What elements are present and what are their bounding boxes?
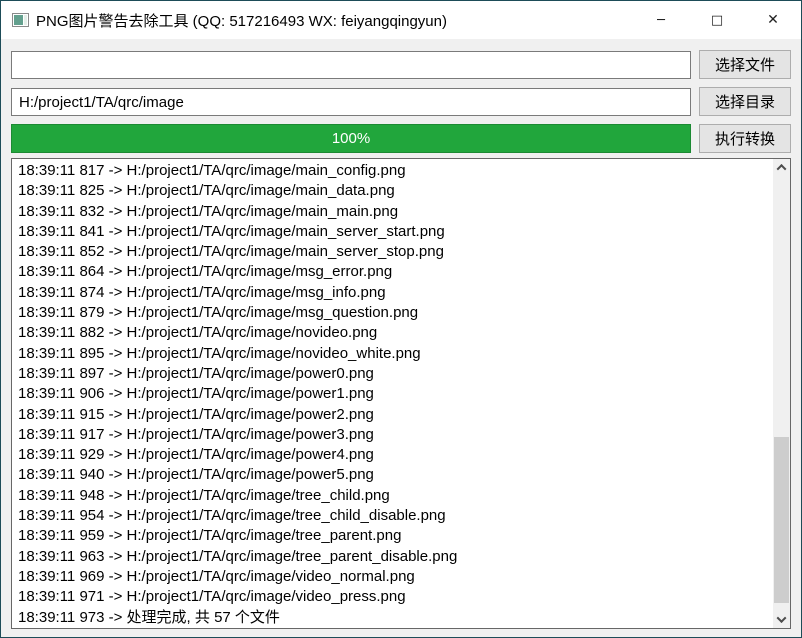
execute-convert-button[interactable]: 执行转换	[699, 124, 791, 153]
directory-path-input[interactable]	[11, 88, 691, 116]
log-line: 18:39:11 915 -> H:/project1/TA/qrc/image…	[18, 405, 772, 425]
log-line: 18:39:11 817 -> H:/project1/TA/qrc/image…	[18, 161, 772, 181]
app-icon-pane	[14, 15, 23, 25]
log-line: 18:39:11 825 -> H:/project1/TA/qrc/image…	[18, 181, 772, 201]
close-icon[interactable]: ✕	[745, 1, 801, 39]
log-scrollbar[interactable]	[773, 159, 790, 628]
scroll-down-button[interactable]	[773, 611, 790, 628]
log-line: 18:39:11 852 -> H:/project1/TA/qrc/image…	[18, 242, 772, 262]
window-title: PNG图片警告去除工具 (QQ: 517216493 WX: feiyangqi…	[36, 10, 447, 31]
log-line: 18:39:11 948 -> H:/project1/TA/qrc/image…	[18, 486, 772, 506]
log-lines: 18:39:11 817 -> H:/project1/TA/qrc/image…	[12, 161, 772, 628]
log-line: 18:39:11 954 -> H:/project1/TA/qrc/image…	[18, 506, 772, 526]
caption-buttons: ─ □ ✕	[633, 1, 801, 39]
chevron-down-icon	[777, 613, 787, 623]
log-line: 18:39:11 897 -> H:/project1/TA/qrc/image…	[18, 364, 772, 384]
log-line: 18:39:11 929 -> H:/project1/TA/qrc/image…	[18, 445, 772, 465]
progress-label: 100%	[12, 125, 690, 152]
log-line: 18:39:11 973 -> 处理完成, 共 57 个文件	[18, 608, 772, 628]
app-window: PNG图片警告去除工具 (QQ: 517216493 WX: feiyangqi…	[0, 0, 802, 638]
log-line: 18:39:11 917 -> H:/project1/TA/qrc/image…	[18, 425, 772, 445]
log-line: 18:39:11 874 -> H:/project1/TA/qrc/image…	[18, 283, 772, 303]
log-line: 18:39:11 882 -> H:/project1/TA/qrc/image…	[18, 323, 772, 343]
log-line: 18:39:11 864 -> H:/project1/TA/qrc/image…	[18, 262, 772, 282]
log-output-area[interactable]: 18:39:11 817 -> H:/project1/TA/qrc/image…	[11, 158, 791, 629]
title-bar: PNG图片警告去除工具 (QQ: 517216493 WX: feiyangqi…	[1, 1, 801, 39]
log-line: 18:39:11 969 -> H:/project1/TA/qrc/image…	[18, 567, 772, 587]
app-icon	[12, 13, 29, 27]
log-line: 18:39:11 940 -> H:/project1/TA/qrc/image…	[18, 465, 772, 485]
app-icon-strip	[24, 15, 27, 25]
log-line: 18:39:11 879 -> H:/project1/TA/qrc/image…	[18, 303, 772, 323]
scroll-up-button[interactable]	[773, 159, 790, 176]
progress-bar: 100%	[11, 124, 691, 153]
chevron-up-icon	[777, 164, 787, 174]
log-line: 18:39:11 832 -> H:/project1/TA/qrc/image…	[18, 202, 772, 222]
log-line: 18:39:11 959 -> H:/project1/TA/qrc/image…	[18, 526, 772, 546]
select-file-button[interactable]: 选择文件	[699, 50, 791, 79]
minimize-icon[interactable]: ─	[633, 1, 689, 39]
select-directory-button[interactable]: 选择目录	[699, 87, 791, 116]
log-line: 18:39:11 895 -> H:/project1/TA/qrc/image…	[18, 344, 772, 364]
log-line: 18:39:11 906 -> H:/project1/TA/qrc/image…	[18, 384, 772, 404]
scrollbar-thumb[interactable]	[774, 437, 789, 603]
file-path-input[interactable]	[11, 51, 691, 79]
maximize-icon[interactable]: □	[689, 1, 745, 39]
log-line: 18:39:11 841 -> H:/project1/TA/qrc/image…	[18, 222, 772, 242]
log-line: 18:39:11 971 -> H:/project1/TA/qrc/image…	[18, 587, 772, 607]
log-line: 18:39:11 963 -> H:/project1/TA/qrc/image…	[18, 547, 772, 567]
